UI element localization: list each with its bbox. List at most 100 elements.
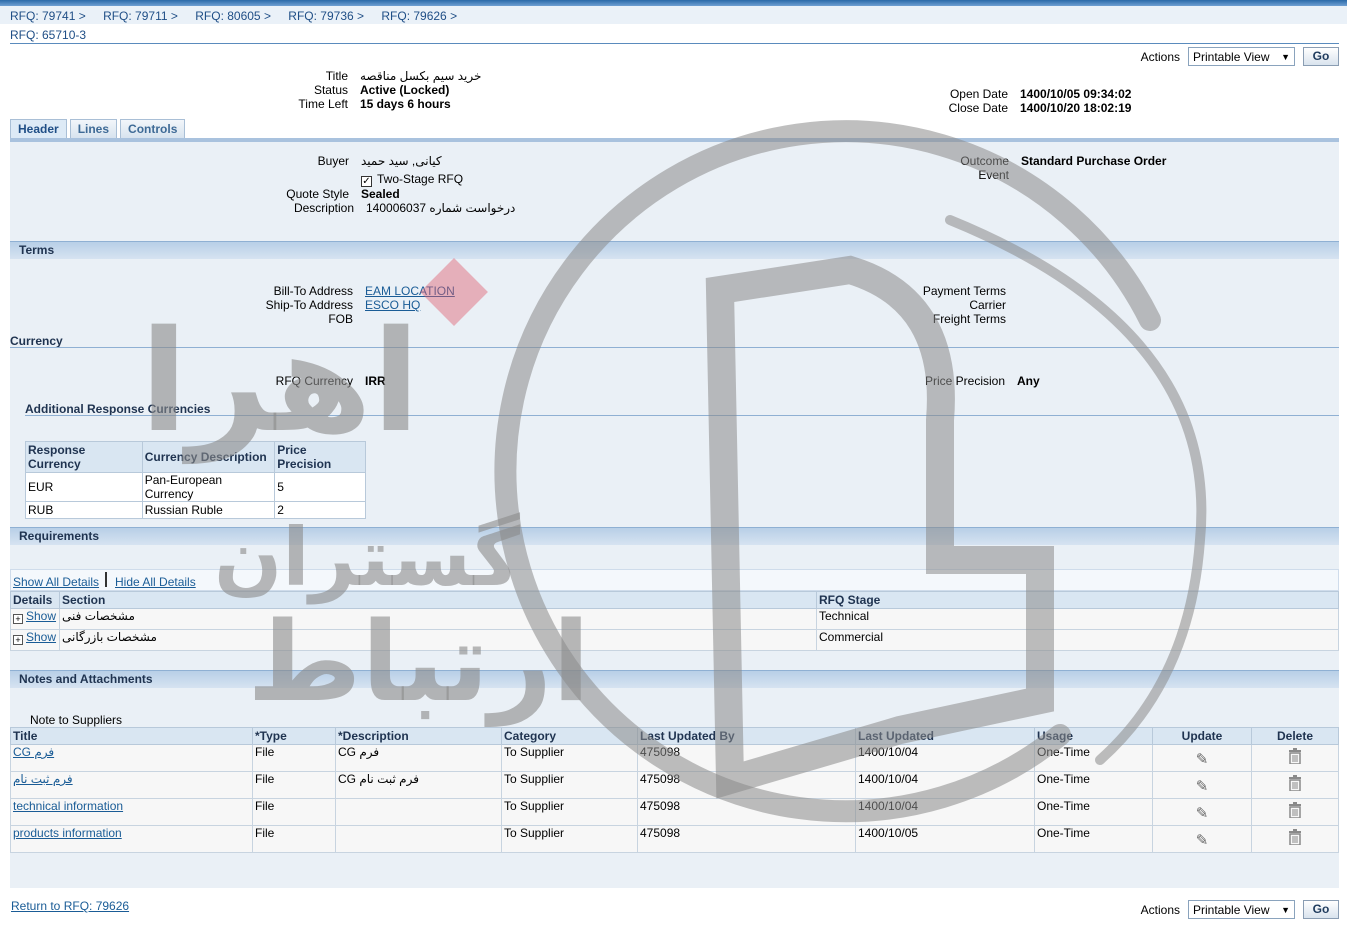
actions-select[interactable]: Printable View ▼	[1188, 900, 1295, 919]
note-to-suppliers-label: Note to Suppliers	[30, 713, 123, 727]
ship-to-label: Ship-To Address	[265, 298, 353, 312]
updated-cell: 1400/10/05	[855, 825, 1035, 853]
column-header: Last Updated By	[637, 727, 856, 745]
tab-header[interactable]: Header	[10, 119, 67, 139]
delete-cell	[1251, 825, 1339, 853]
outcome-label: Outcome	[960, 154, 1009, 168]
return-to-rfq-link[interactable]: Return to RFQ: 79626	[11, 899, 129, 913]
description-cell: فرم ثبت نام CG	[335, 771, 502, 799]
buyer-value: کیانی, سید حمید	[361, 154, 442, 168]
description-label: Description	[293, 201, 354, 215]
pencil-icon[interactable]: ✎	[1196, 804, 1209, 822]
column-header: Category	[501, 727, 638, 745]
title-value: خرید سیم بکسل مناقصه	[360, 69, 482, 83]
bill-to-link[interactable]: EAM LOCATION	[365, 284, 455, 298]
trash-icon[interactable]	[1288, 802, 1302, 821]
trash-icon[interactable]	[1288, 829, 1302, 848]
usage-cell: One-Time	[1034, 798, 1153, 826]
table-header-row: Details Section RFQ Stage	[10, 591, 1339, 609]
attachment-link[interactable]: فرم ثبت نام	[13, 772, 73, 786]
table-row: فرم ثبت نام File فرم ثبت نام CG To Suppl…	[10, 771, 1339, 799]
terms-section-header: Terms	[10, 241, 1339, 259]
breadcrumb-link[interactable]: RFQ: 79626 >	[381, 9, 457, 23]
freight-terms-label: Freight Terms	[932, 312, 1006, 326]
requirements-table: Details Section RFQ Stage + Show مشخصات ف…	[10, 591, 1339, 651]
updated-by-cell: 475098	[637, 825, 856, 853]
type-cell: File	[252, 771, 336, 799]
column-header: *Description	[335, 727, 502, 745]
usage-cell: One-Time	[1034, 771, 1153, 799]
category-cell: To Supplier	[501, 771, 638, 799]
attachment-link[interactable]: فرم CG	[13, 745, 54, 759]
column-header: Last Updated	[855, 727, 1035, 745]
usage-cell: One-Time	[1034, 825, 1153, 853]
table-row: RUB Russian Ruble 2	[25, 501, 366, 519]
close-date-label: Close Date	[948, 101, 1008, 115]
column-header: Usage	[1034, 727, 1153, 745]
breadcrumb-link[interactable]: RFQ: 79741 >	[10, 9, 86, 23]
go-button[interactable]: Go	[1303, 47, 1339, 66]
chevron-down-icon: ▼	[1281, 51, 1290, 62]
tab-controls[interactable]: Controls	[120, 119, 186, 139]
price-precision-value: Any	[1017, 374, 1040, 388]
column-header: Price Precision	[274, 441, 366, 473]
price-precision-label: Price Precision	[924, 374, 1005, 388]
show-all-details-link[interactable]: Show All Details	[13, 575, 99, 589]
buyer-label: Buyer	[317, 154, 349, 168]
title-cell: technical information	[10, 798, 253, 826]
fob-label: FOB	[328, 312, 353, 326]
ship-to-link[interactable]: ESCO HQ	[365, 298, 420, 312]
details-cell: + Show	[10, 608, 60, 630]
open-date-label: Open Date	[949, 87, 1008, 101]
actions-top: Actions Printable View ▼ Go	[1141, 47, 1339, 66]
payment-terms-label: Payment Terms	[922, 284, 1006, 298]
section-cell: مشخصات بازرگانی	[59, 629, 817, 651]
breadcrumb-link[interactable]: RFQ: 80605 >	[195, 9, 271, 23]
attachments-table: Title *Type *Description Category Last U…	[10, 727, 1339, 853]
quote-style-label: Quote Style	[286, 187, 349, 201]
additional-currencies-divider	[25, 415, 1339, 416]
title-cell: فرم ثبت نام	[10, 771, 253, 799]
updated-cell: 1400/10/04	[855, 771, 1035, 799]
two-stage-label: Two-Stage RFQ	[377, 172, 464, 186]
trash-icon[interactable]	[1288, 775, 1302, 794]
description-cell	[335, 825, 502, 853]
category-cell: To Supplier	[501, 744, 638, 772]
updated-cell: 1400/10/04	[855, 798, 1035, 826]
tab-bar: Header Lines Controls	[10, 119, 186, 139]
go-button[interactable]: Go	[1303, 900, 1339, 919]
description-cell	[335, 798, 502, 826]
two-stage-rfq: ✓ Two-Stage RFQ	[361, 172, 463, 187]
show-link[interactable]: Show	[26, 609, 56, 623]
attachment-link[interactable]: technical information	[13, 799, 123, 813]
actions-bottom: Actions Printable View ▼ Go	[1141, 900, 1339, 919]
breadcrumb-link[interactable]: RFQ: 79736 >	[288, 9, 364, 23]
attachment-link[interactable]: products information	[13, 826, 122, 840]
description-cell: فرم CG	[335, 744, 502, 772]
show-link[interactable]: Show	[26, 630, 56, 644]
expand-icon[interactable]: +	[13, 614, 23, 624]
actions-selected-value: Printable View	[1193, 902, 1270, 917]
expand-icon[interactable]: +	[13, 635, 23, 645]
actions-select[interactable]: Printable View ▼	[1188, 47, 1295, 66]
bill-to-label: Bill-To Address	[273, 284, 353, 298]
breadcrumb-link[interactable]: RFQ: 79711 >	[103, 9, 178, 23]
trash-icon[interactable]	[1288, 748, 1302, 767]
pencil-icon[interactable]: ✎	[1196, 831, 1209, 849]
response-currency-table: Response Currency Currency Description P…	[25, 441, 366, 519]
description-value: درخواست شماره 140006037	[366, 201, 516, 215]
usage-cell: One-Time	[1034, 744, 1153, 772]
rfq-currency-label: RFQ Currency	[275, 374, 353, 388]
additional-currencies-subheader: Additional Response Currencies	[25, 402, 211, 416]
delete-cell	[1251, 744, 1339, 772]
title-cell: products information	[10, 825, 253, 853]
title-divider	[10, 43, 1339, 44]
hide-all-details-link[interactable]: Hide All Details	[115, 575, 196, 589]
column-header: Title	[10, 727, 253, 745]
status-value: Active (Locked)	[360, 83, 450, 97]
tab-lines[interactable]: Lines	[69, 119, 118, 139]
category-cell: To Supplier	[501, 825, 638, 853]
type-cell: File	[252, 744, 336, 772]
pencil-icon[interactable]: ✎	[1196, 777, 1209, 795]
pencil-icon[interactable]: ✎	[1196, 750, 1209, 768]
